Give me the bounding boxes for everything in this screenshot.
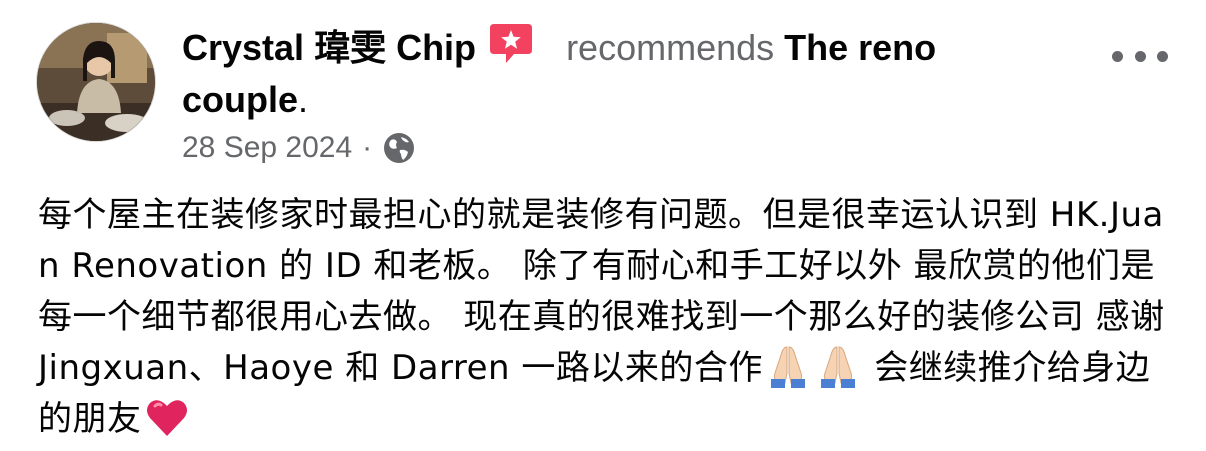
- recommend-star-icon: [490, 24, 533, 63]
- red-heart-emoji: [146, 400, 187, 436]
- post-body: 每个屋主在装修家时最担心的就是装修有问题。但是很幸运认识到 HK.Juan Re…: [38, 190, 1173, 445]
- author-name[interactable]: Crystal 瑋雯 Chip: [182, 27, 476, 68]
- more-options-button[interactable]: [1112, 44, 1168, 68]
- avatar-photo: [37, 23, 155, 141]
- meta-separator: ·: [362, 131, 373, 164]
- post-header: Crystal 瑋雯 Chip recommends The reno coup…: [182, 20, 1062, 126]
- recommends-verb: recommends: [556, 27, 785, 68]
- more-dot: [1157, 50, 1168, 62]
- globe-icon[interactable]: [382, 131, 416, 165]
- post-meta: 28 Sep 2024 ·: [182, 128, 416, 168]
- author-avatar[interactable]: [36, 22, 156, 142]
- more-dot: [1112, 50, 1123, 62]
- post-card: Crystal 瑋雯 Chip recommends The reno coup…: [0, 0, 1206, 451]
- header-period: .: [298, 79, 309, 120]
- folded-hands-emoji: [820, 346, 855, 388]
- post-date[interactable]: 28 Sep 2024: [182, 131, 352, 165]
- more-dot: [1134, 50, 1146, 62]
- folded-hands-emoji: [770, 346, 805, 388]
